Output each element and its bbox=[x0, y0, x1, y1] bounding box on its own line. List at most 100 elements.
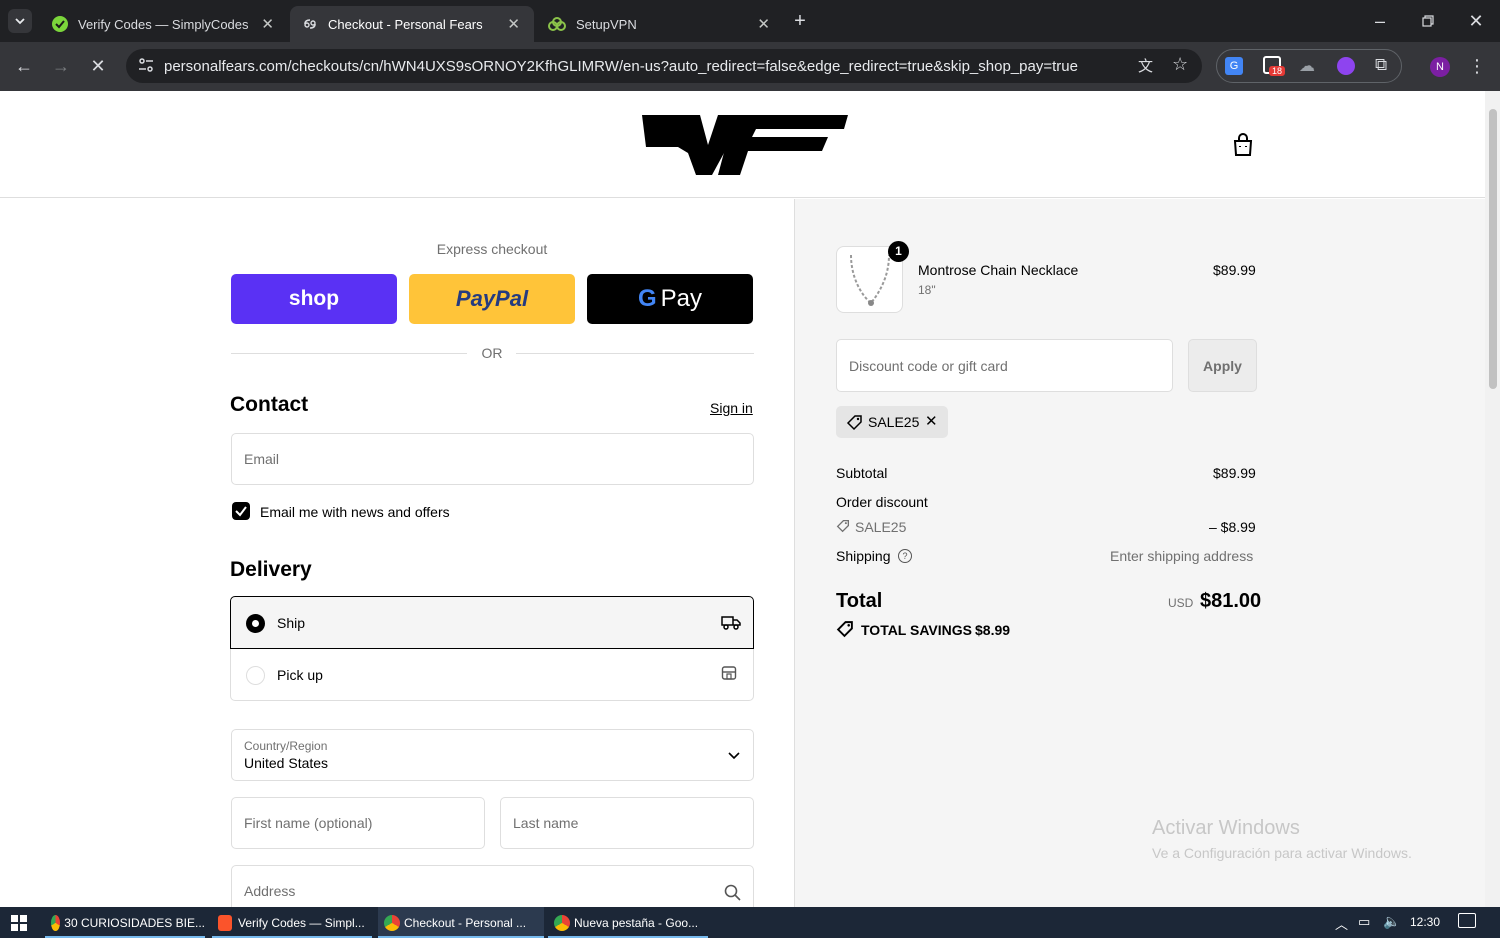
profile-avatar[interactable]: N bbox=[1430, 57, 1450, 77]
first-name-field[interactable]: First name (optional) bbox=[231, 797, 485, 849]
page-scrollbar[interactable] bbox=[1485, 91, 1500, 907]
ship-radio[interactable] bbox=[246, 614, 265, 633]
shop-pay-label: shop bbox=[288, 287, 340, 310]
cloud-extension-icon[interactable]: ☁ bbox=[1299, 56, 1315, 76]
paypal-label: PayPal bbox=[455, 286, 529, 311]
bookmark-star-icon[interactable]: ☆ bbox=[1172, 54, 1188, 75]
product-name: Montrose Chain Necklace bbox=[918, 262, 1079, 278]
product-variant: 18" bbox=[918, 283, 936, 297]
discount-placeholder: Discount code or gift card bbox=[849, 357, 1008, 374]
simplycodes-icon bbox=[52, 16, 68, 32]
url-text: personalfears.com/checkouts/cn/hWN4UXS9s… bbox=[164, 57, 1078, 75]
tab-setupvpn[interactable]: SetupVPN ✕ bbox=[536, 6, 784, 42]
windows-activation-title: Activar Windows bbox=[1152, 817, 1300, 839]
kebab-menu-icon[interactable]: ⋮ bbox=[1465, 54, 1489, 78]
forward-arrow-icon[interactable]: → bbox=[49, 54, 73, 78]
tab-title: SetupVPN bbox=[576, 16, 637, 32]
browser-tab-strip: Verify Codes — SimplyCodes ✕ Checkout - … bbox=[0, 0, 1500, 42]
remove-discount-icon[interactable]: ✕ bbox=[925, 412, 938, 430]
google-pay-label: Pay bbox=[660, 285, 703, 312]
tab-title: Verify Codes — SimplyCodes bbox=[78, 16, 249, 32]
last-name-field[interactable]: Last name bbox=[500, 797, 754, 849]
delivery-heading: Delivery bbox=[230, 558, 312, 581]
notifications-icon[interactable] bbox=[1458, 913, 1476, 928]
taskbar-item-label: Checkout - Personal ... bbox=[404, 915, 527, 930]
browser-toolbar: ← → ✕ personalfears.com/checkouts/cn/hWN… bbox=[0, 42, 1500, 91]
google-translate-extension-icon[interactable]: G bbox=[1225, 57, 1243, 75]
search-icon bbox=[724, 884, 741, 901]
applied-code-label: SALE25 bbox=[868, 414, 920, 430]
windows-start-icon[interactable] bbox=[11, 915, 27, 931]
ship-label: Ship bbox=[277, 614, 306, 631]
windows-taskbar: 30 CURIOSIDADES BIE... Verify Codes — Si… bbox=[0, 907, 1500, 938]
order-discount-value: – $8.99 bbox=[1209, 519, 1256, 535]
store-header bbox=[0, 91, 1485, 198]
country-select[interactable]: Country/Region United States bbox=[231, 729, 754, 781]
divider bbox=[516, 353, 754, 354]
restore-icon[interactable] bbox=[1416, 9, 1440, 33]
contact-heading: Contact bbox=[230, 393, 309, 416]
google-pay-button[interactable]: G Pay bbox=[587, 274, 753, 324]
close-tab-icon[interactable]: ✕ bbox=[507, 15, 520, 33]
close-tab-icon[interactable]: ✕ bbox=[757, 15, 770, 33]
tab-title: Checkout - Personal Fears bbox=[328, 16, 483, 32]
taskbar-item-label: Verify Codes — Simpl... bbox=[238, 915, 365, 930]
taskbar-item-label: 30 CURIOSIDADES BIE... bbox=[64, 915, 205, 930]
paypal-button[interactable]: PayPal bbox=[409, 274, 575, 324]
brave-icon bbox=[218, 914, 232, 931]
network-icon[interactable]: ▭ bbox=[1358, 914, 1370, 930]
site-info-icon[interactable] bbox=[138, 57, 154, 77]
checkmark-icon bbox=[235, 506, 247, 517]
close-window-icon[interactable]: ✕ bbox=[1464, 9, 1488, 33]
shipping-value: Enter shipping address bbox=[1110, 548, 1254, 564]
taskbar-item-label: Nueva pestaña - Goo... bbox=[574, 915, 699, 930]
google-g-icon: G bbox=[637, 285, 657, 312]
apply-button[interactable]: Apply bbox=[1188, 339, 1257, 392]
taskbar-chrome-newtab[interactable]: Nueva pestaña - Goo... bbox=[548, 907, 708, 938]
email-field[interactable]: Email bbox=[231, 433, 754, 485]
tray-chevron-up-icon[interactable]: ︿ bbox=[1335, 914, 1348, 933]
ship-option[interactable]: Ship bbox=[230, 596, 754, 649]
discount-code-field[interactable]: Discount code or gift card bbox=[836, 339, 1173, 392]
checkout-page: Express checkout shop PayPal G Pay OR Co… bbox=[0, 91, 1485, 907]
order-discount-code: SALE25 bbox=[855, 519, 907, 535]
shipping-label: Shipping bbox=[836, 548, 891, 564]
sign-in-link[interactable]: Sign in bbox=[710, 400, 753, 416]
country-label: Country/Region bbox=[244, 739, 328, 753]
tab-verify-codes[interactable]: Verify Codes — SimplyCodes ✕ bbox=[40, 6, 288, 42]
shop-pay-button[interactable]: shop bbox=[231, 274, 397, 324]
address-bar[interactable]: personalfears.com/checkouts/cn/hWN4UXS9s… bbox=[126, 49, 1202, 83]
tag-icon bbox=[836, 519, 850, 533]
chrome-icon bbox=[384, 914, 400, 931]
translate-icon[interactable]: 文 bbox=[1138, 55, 1153, 76]
purple-extension-icon[interactable] bbox=[1337, 57, 1355, 75]
help-circle-icon[interactable]: ? bbox=[898, 549, 912, 563]
pickup-radio[interactable] bbox=[246, 666, 265, 685]
back-arrow-icon[interactable]: ← bbox=[12, 54, 36, 78]
first-name-placeholder: First name (optional) bbox=[244, 815, 373, 831]
address-field[interactable]: Address bbox=[231, 865, 754, 907]
stop-loading-icon[interactable]: ✕ bbox=[86, 54, 110, 78]
tab-search-button[interactable] bbox=[8, 9, 32, 33]
minimize-icon[interactable]: – bbox=[1368, 9, 1392, 33]
clock-time[interactable]: 12:30 bbox=[1410, 915, 1440, 929]
close-tab-icon[interactable]: ✕ bbox=[261, 15, 274, 33]
volume-icon[interactable]: 🔈 bbox=[1383, 913, 1400, 930]
order-discount-label: Order discount bbox=[836, 494, 928, 510]
order-summary-panel: 1 Montrose Chain Necklace 18" $89.99 Dis… bbox=[794, 199, 1485, 907]
scrollbar-thumb[interactable] bbox=[1489, 109, 1497, 389]
pickup-option[interactable]: Pick up bbox=[230, 649, 754, 701]
taskbar-chrome-window[interactable]: 30 CURIOSIDADES BIE... bbox=[45, 907, 205, 938]
total-value: $81.00 bbox=[1200, 590, 1262, 612]
tab-checkout[interactable]: Checkout - Personal Fears ✕ bbox=[290, 6, 534, 42]
taskbar-brave-window[interactable]: Verify Codes — Simpl... bbox=[212, 907, 372, 938]
cart-bag-icon[interactable] bbox=[1232, 133, 1254, 157]
newsletter-checkbox[interactable] bbox=[232, 502, 250, 520]
new-tab-button[interactable]: + bbox=[788, 9, 812, 33]
puzzle-extensions-icon[interactable]: ⧉ bbox=[1375, 55, 1387, 75]
taskbar-chrome-checkout[interactable]: Checkout - Personal ... bbox=[378, 907, 544, 938]
country-value: United States bbox=[244, 755, 329, 771]
total-savings-value: $8.99 bbox=[975, 622, 1011, 638]
store-logo[interactable] bbox=[638, 111, 850, 177]
address-placeholder: Address bbox=[244, 883, 296, 899]
